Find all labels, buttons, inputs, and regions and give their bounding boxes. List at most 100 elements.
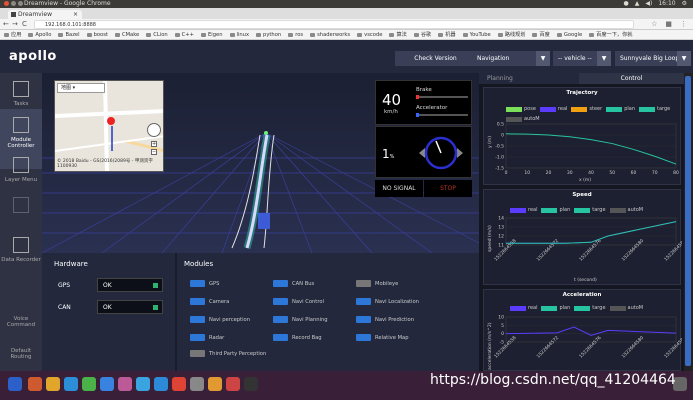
sidebar-item-data-recorder[interactable]: Data Recorder	[0, 229, 42, 289]
module-toggle-can-bus[interactable]: CAN Bus	[273, 280, 314, 287]
toggle-switch[interactable]	[190, 298, 205, 305]
bookmark-item[interactable]: boost	[86, 30, 108, 39]
toggle-switch[interactable]	[356, 280, 371, 287]
app-icon[interactable]	[226, 377, 240, 391]
bookmark-item[interactable]: 百度一下，你就	[589, 30, 632, 39]
toggle-switch[interactable]	[190, 350, 205, 357]
toggle-switch[interactable]	[273, 334, 288, 341]
dash-icon[interactable]	[8, 377, 22, 391]
vscode-icon[interactable]	[154, 377, 168, 391]
module-toggle-navi-perception[interactable]: Navi perception	[190, 316, 250, 323]
toggle-switch[interactable]	[273, 316, 288, 323]
bookmark-item[interactable]: 路线规划	[497, 30, 525, 39]
tab-control[interactable]: Control	[579, 73, 684, 84]
map-select[interactable]: Sunnyvale Big Loop ▼	[615, 51, 691, 66]
module-toggle-radar[interactable]: Radar	[190, 334, 224, 341]
folder-icon	[58, 32, 64, 37]
module-toggle-navi-localization[interactable]: Navi Localization	[356, 298, 419, 305]
close-tab-icon[interactable]: ×	[73, 10, 78, 19]
url-input[interactable]: 192.168.0.101:8888	[34, 20, 634, 29]
app-icon[interactable]	[172, 377, 186, 391]
window-controls[interactable]	[4, 1, 23, 6]
bookmark-item[interactable]: CLion	[146, 30, 168, 39]
bookmark-item[interactable]: 应用	[4, 30, 21, 39]
close-window-button[interactable]	[4, 1, 9, 6]
settings-icon[interactable]: ⚙	[682, 0, 687, 8]
mini-map[interactable]: 地图 ▾ + − © 2018 Baidu - GS(2016)2089号 - …	[54, 80, 164, 172]
bookmark-item[interactable]: Apollo	[28, 30, 51, 39]
module-toggle-relative-map[interactable]: Relative Map	[356, 334, 409, 341]
chrome-icon[interactable]	[64, 377, 78, 391]
toggle-switch[interactable]	[356, 316, 371, 323]
module-toggle-gps[interactable]: GPS	[190, 280, 219, 287]
tab-planning[interactable]: Planning	[487, 73, 513, 84]
module-toggle-third-party-perception[interactable]: Third Party Perception	[190, 350, 266, 357]
zoom-out-icon[interactable]: −	[151, 149, 157, 155]
terminal-icon[interactable]	[244, 377, 258, 391]
bookmark-item[interactable]: python	[256, 30, 281, 39]
apps-icon	[4, 32, 9, 37]
app-icon[interactable]	[208, 377, 222, 391]
check-version-button[interactable]: Check Version	[395, 51, 476, 66]
toggle-switch[interactable]	[356, 334, 371, 341]
settings-icon[interactable]	[190, 377, 204, 391]
speed-plot: 14 13 12 111522664558 1522664572 1522664576 15…	[493, 216, 682, 263]
hardware-panel: Hardware GPS OK CAN OK	[42, 253, 175, 371]
firefox-icon[interactable]	[46, 377, 60, 391]
bookmark-item[interactable]: CMake	[114, 30, 139, 39]
impress-icon[interactable]	[136, 377, 150, 391]
toggle-switch[interactable]	[190, 280, 205, 287]
back-icon[interactable]: ←	[3, 20, 9, 29]
star-icon[interactable]: ☆	[651, 19, 657, 30]
volume-icon[interactable]: ◀)	[645, 0, 652, 8]
map-pan-control[interactable]	[147, 123, 161, 137]
forward-icon[interactable]: →	[12, 20, 18, 29]
toggle-switch[interactable]	[273, 280, 288, 287]
maximize-window-button[interactable]	[18, 1, 23, 6]
extension-icon[interactable]: ■	[665, 19, 672, 30]
scrollbar-thumb[interactable]	[685, 76, 691, 366]
bookmark-item[interactable]: linux	[229, 30, 249, 39]
bookmark-item[interactable]: 百度	[532, 30, 550, 39]
files-icon[interactable]	[28, 377, 42, 391]
toggle-switch[interactable]	[273, 298, 288, 305]
module-toggle-record-bag[interactable]: Record Bag	[273, 334, 322, 341]
bookmark-item[interactable]: C++	[174, 30, 194, 39]
chrome-icon[interactable]: ●	[623, 0, 628, 8]
bookmark-item[interactable]: vscode	[357, 30, 382, 39]
sidebar-item-default-routing[interactable]: Default Routing	[0, 348, 42, 370]
minimize-window-button[interactable]	[11, 1, 16, 6]
module-toggle-navi-prediction[interactable]: Navi Prediction	[356, 316, 414, 323]
module-toggle-navi-control[interactable]: Navi Control	[273, 298, 324, 305]
bookmark-item[interactable]: Google	[556, 30, 582, 39]
bookmark-item[interactable]: 谷歌	[413, 30, 431, 39]
bookmark-item[interactable]: shaderworks	[310, 30, 350, 39]
module-toggle-camera[interactable]: Camera	[190, 298, 229, 305]
toggle-switch[interactable]	[190, 334, 205, 341]
editor-icon[interactable]	[82, 377, 96, 391]
writer-icon[interactable]	[100, 377, 114, 391]
clock[interactable]: 16:10	[658, 0, 675, 8]
toggle-switch[interactable]	[190, 316, 205, 323]
browser-tab[interactable]: Dreamview ×	[8, 10, 82, 19]
network-icon[interactable]: ▲	[635, 0, 640, 8]
bookmark-item[interactable]: Bazel	[58, 30, 80, 39]
bookmark-item[interactable]: YouTube	[462, 30, 491, 39]
vehicle-select[interactable]: -- vehicle -- ▼	[553, 51, 611, 66]
bookmark-item[interactable]: 机器	[438, 30, 456, 39]
reload-icon[interactable]: C	[22, 20, 27, 29]
folder-icon	[114, 32, 120, 37]
speed-panel: 40 km/h Brake Accelerator	[375, 80, 472, 125]
toggle-switch[interactable]	[356, 298, 371, 305]
bookmark-item[interactable]: Eigen	[201, 30, 223, 39]
module-toggle-mobileye[interactable]: Mobileye	[356, 280, 398, 287]
mode-select[interactable]: Navigation ▼	[472, 51, 550, 66]
map-type-select[interactable]: 地图 ▾	[57, 83, 105, 93]
calc-icon[interactable]	[118, 377, 132, 391]
menu-icon[interactable]: ⋮	[680, 19, 687, 30]
zoom-in-icon[interactable]: +	[151, 141, 157, 147]
bookmark-item[interactable]: ros	[288, 30, 303, 39]
module-toggle-navi-planning[interactable]: Navi Planning	[273, 316, 328, 323]
bookmark-item[interactable]: 算法	[389, 30, 407, 39]
sidebar-item-voice-command[interactable]: Voice Command	[0, 316, 42, 338]
